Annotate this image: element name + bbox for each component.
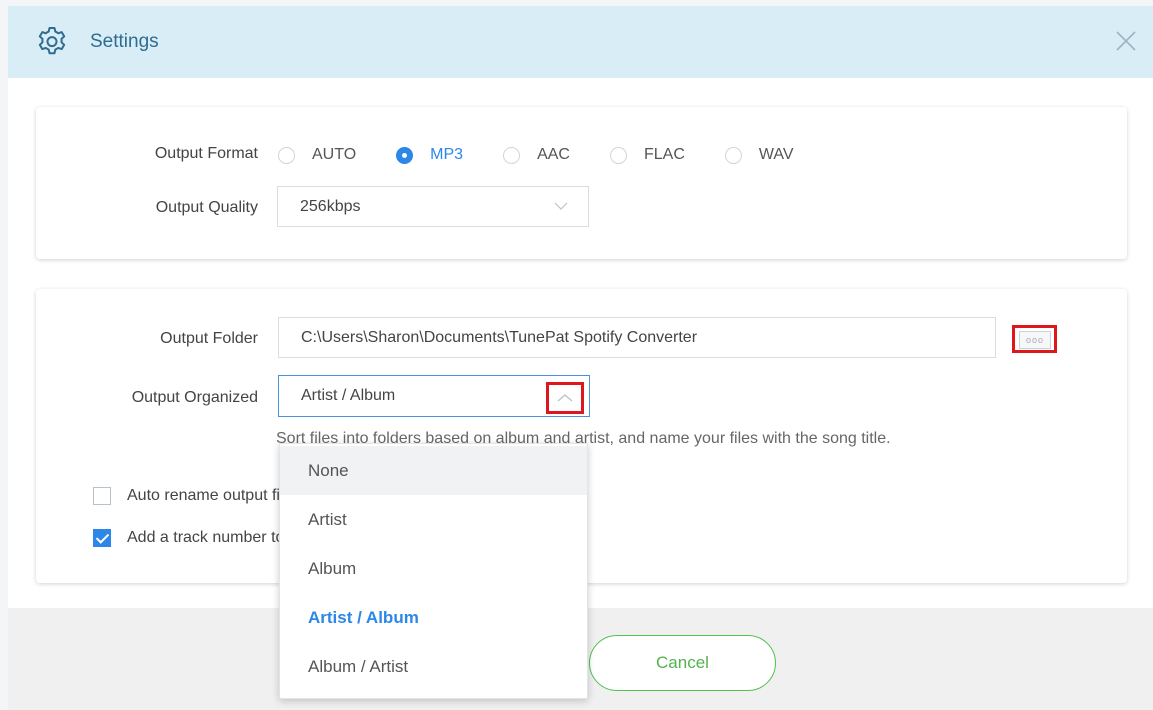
radio-flac[interactable]: FLAC [609,146,685,164]
organized-dropdown-toggle[interactable] [546,382,584,414]
dropdown-item-album[interactable]: Album [280,544,587,593]
output-folder-label: Output Folder [160,330,258,347]
window-title: Settings [90,31,159,52]
settings-header: Settings [8,6,1153,78]
radio-label: FLAC [643,146,685,163]
auto-rename-label: Auto rename output files [127,487,301,504]
browse-folder-button[interactable]: ooo [1012,325,1057,353]
radio-circle[interactable] [278,146,295,164]
more-icon: ooo [1019,331,1051,349]
output-folder-value: C:\Users\Sharon\Documents\TunePat Spotif… [301,328,698,346]
auto-rename-checkbox-row[interactable]: Auto rename output files [93,487,300,505]
output-format-radio-group: AUTO MP3 AAC FLAC WAV [278,141,834,169]
radio-aac[interactable]: AAC [503,146,570,164]
format-card [36,107,1127,259]
radio-label: AAC [537,146,570,163]
output-quality-select[interactable]: 256kbps [277,186,589,227]
auto-rename-checkbox[interactable] [93,487,111,505]
close-icon[interactable] [1113,28,1139,54]
cancel-button[interactable]: Cancel [589,635,776,691]
radio-wav[interactable]: WAV [724,146,794,164]
output-format-label: Output Format [154,145,258,162]
dropdown-item-artist-album[interactable]: Artist / Album [280,593,587,642]
track-number-checkbox[interactable] [93,529,111,547]
dropdown-item-none[interactable]: None [280,446,587,495]
radio-mp3[interactable]: MP3 [396,146,463,164]
radio-circle[interactable] [724,146,742,164]
radio-circle[interactable] [396,146,414,164]
output-organized-label: Output Organized [131,389,258,406]
output-quality-value: 256kbps [300,197,361,215]
gear-icon [38,27,66,55]
radio-circle[interactable] [503,146,521,164]
dropdown-item-artist[interactable]: Artist [280,495,587,544]
chevron-up-icon [557,394,573,402]
output-organized-value: Artist / Album [301,387,396,404]
output-folder-field[interactable]: C:\Users\Sharon\Documents\TunePat Spotif… [278,317,996,358]
radio-label: MP3 [430,146,464,163]
chevron-down-icon [554,202,568,210]
organized-dropdown-menu: None Artist Album Artist / Album Album /… [279,443,588,699]
output-organized-select[interactable]: Artist / Album [278,375,590,417]
radio-auto[interactable]: AUTO [278,146,356,164]
dropdown-item-album-artist[interactable]: Album / Artist [280,642,587,691]
radio-label: AUTO [312,146,357,163]
radio-label: WAV [758,146,794,163]
output-quality-label: Output Quality [155,199,258,216]
radio-circle[interactable] [609,146,627,164]
